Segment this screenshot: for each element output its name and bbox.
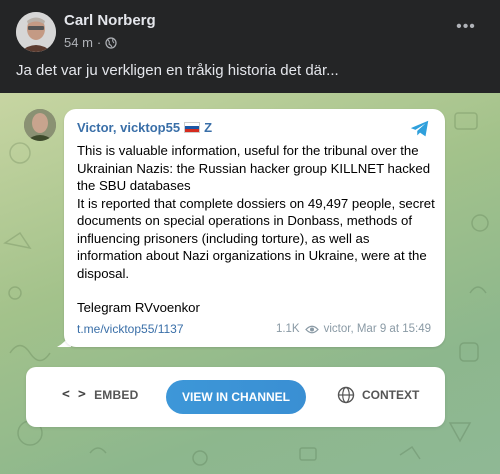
view-count: 1.1K: [275, 323, 300, 335]
message-footer: victor, Mar 9 at 15:49: [323, 323, 431, 335]
action-bar: < > EMBED VIEW IN CHANNEL CONTEXT: [26, 367, 445, 427]
context-label: CONTEXT: [362, 388, 420, 402]
telegram-embed: Victor, vicktop55 Z This is valuable inf…: [0, 93, 500, 474]
more-icon[interactable]: •••: [454, 19, 478, 40]
channel-suffix: Z: [204, 120, 213, 135]
message-bubble: Victor, vicktop55 Z This is valuable inf…: [64, 109, 445, 347]
channel-name-text[interactable]: Victor, vicktop55: [77, 120, 180, 135]
embed-button[interactable]: < > EMBED: [62, 387, 138, 402]
post-meta: 54 m ·: [64, 35, 117, 50]
channel-avatar[interactable]: [24, 109, 56, 141]
message-paragraph: This is valuable information, useful for…: [77, 143, 435, 281]
eye-icon: [304, 325, 319, 333]
post-header: Carl Norberg 54 m · ••• Ja det var ju ve…: [0, 0, 500, 93]
telegram-logo-icon[interactable]: [409, 118, 431, 140]
meta-separator: ·: [96, 35, 102, 50]
context-button[interactable]: CONTEXT: [337, 386, 419, 404]
code-icon: < >: [62, 387, 87, 402]
message-body: This is valuable information, useful for…: [77, 142, 437, 317]
globe-icon[interactable]: [105, 36, 117, 49]
message-stats: 1.1K victor, Mar 9 at 15:49: [276, 323, 431, 335]
channel-name[interactable]: Victor, vicktop55 Z: [77, 120, 212, 135]
author-avatar[interactable]: [16, 12, 56, 52]
post-time[interactable]: 54 m: [64, 35, 93, 50]
post-text: Ja det var ju verkligen en tråkig histor…: [16, 62, 339, 79]
view-in-channel-button[interactable]: VIEW IN CHANNEL: [166, 380, 306, 414]
message-link[interactable]: t.me/vicktop55/1137: [77, 322, 184, 336]
globe-context-icon: [337, 386, 355, 404]
embed-label: EMBED: [94, 387, 139, 402]
author-name[interactable]: Carl Norberg: [64, 12, 156, 29]
message-signature: Telegram RVvoenkor: [77, 300, 200, 315]
russia-flag-icon: [184, 122, 201, 133]
